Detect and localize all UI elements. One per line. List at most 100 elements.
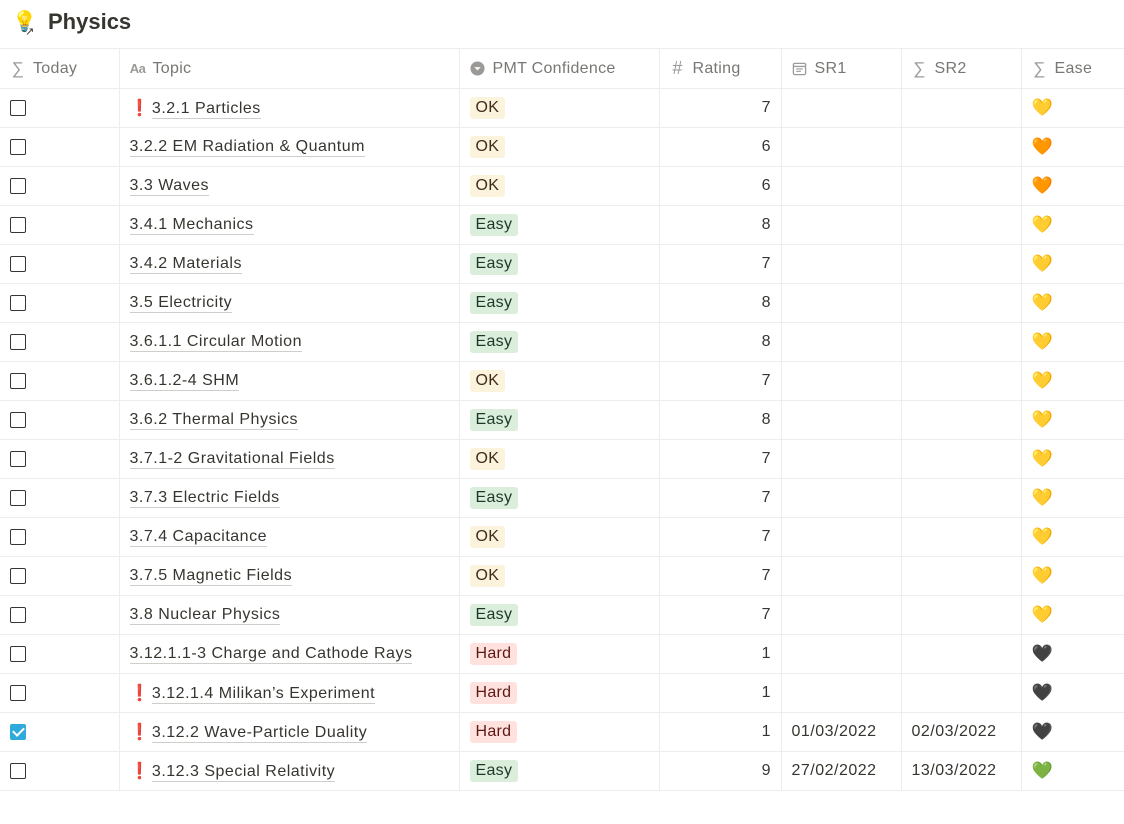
- rating-cell[interactable]: 9: [659, 751, 782, 791]
- rating-cell[interactable]: 6: [659, 127, 782, 167]
- sr1-cell[interactable]: 27/02/2022: [781, 751, 902, 791]
- topic-cell[interactable]: ❗ 3.12.1.4 Milikan’s Experiment: [119, 673, 460, 713]
- topic-link[interactable]: 3.7.1-2 Gravitational Fields: [129, 450, 335, 469]
- sr1-cell[interactable]: [781, 361, 902, 401]
- rating-cell[interactable]: 1: [659, 673, 782, 713]
- sr1-cell[interactable]: 01/03/2022: [781, 712, 902, 752]
- confidence-cell[interactable]: Easy: [459, 283, 660, 323]
- today-checkbox[interactable]: [10, 645, 26, 662]
- confidence-cell[interactable]: OK: [459, 556, 660, 596]
- topic-cell[interactable]: 3.12.1.1-3 Charge and Cathode Rays: [119, 634, 460, 674]
- rating-cell[interactable]: 7: [659, 595, 782, 635]
- topic-link[interactable]: 3.5 Electricity: [129, 294, 233, 313]
- topic-cell[interactable]: 3.3 Waves: [119, 166, 460, 206]
- topic-cell[interactable]: ❗ 3.12.3 Special Relativity: [119, 751, 460, 791]
- today-checkbox[interactable]: [10, 99, 26, 116]
- confidence-cell[interactable]: Easy: [459, 751, 660, 791]
- topic-cell[interactable]: ❗ 3.12.2 Wave-Particle Duality: [119, 712, 460, 752]
- confidence-cell[interactable]: OK: [459, 361, 660, 401]
- today-checkbox[interactable]: [10, 372, 26, 389]
- column-header-ease[interactable]: ∑ Ease: [1021, 48, 1124, 89]
- confidence-cell[interactable]: Hard: [459, 712, 660, 752]
- today-checkbox[interactable]: [10, 333, 26, 350]
- today-checkbox[interactable]: [10, 450, 26, 467]
- confidence-cell[interactable]: OK: [459, 439, 660, 479]
- rating-cell[interactable]: 7: [659, 517, 782, 557]
- topic-link[interactable]: 3.6.1.2-4 SHM: [129, 372, 240, 391]
- column-header-today[interactable]: ∑ Today: [0, 48, 120, 89]
- topic-cell[interactable]: 3.6.1.1 Circular Motion: [119, 322, 460, 362]
- today-checkbox[interactable]: [10, 723, 26, 740]
- sr1-cell[interactable]: [781, 166, 902, 206]
- today-checkbox[interactable]: [10, 294, 26, 311]
- sr1-cell[interactable]: [781, 478, 902, 518]
- rating-cell[interactable]: 1: [659, 712, 782, 752]
- rating-cell[interactable]: 7: [659, 361, 782, 401]
- topic-link[interactable]: 3.3 Waves: [129, 177, 209, 196]
- topic-link[interactable]: 3.7.3 Electric Fields: [129, 489, 280, 508]
- lightbulb-icon[interactable]: 💡 ↗: [12, 10, 37, 38]
- sr1-cell[interactable]: [781, 88, 902, 128]
- confidence-cell[interactable]: Hard: [459, 673, 660, 713]
- topic-link[interactable]: 3.2.2 EM Radiation & Quantum: [129, 138, 365, 157]
- topic-cell[interactable]: 3.6.1.2-4 SHM: [119, 361, 460, 401]
- today-checkbox[interactable]: [10, 489, 26, 506]
- topic-cell[interactable]: 3.4.1 Mechanics: [119, 205, 460, 245]
- topic-cell[interactable]: 3.4.2 Materials: [119, 244, 460, 284]
- topic-link[interactable]: 3.12.1.1-3 Charge and Cathode Rays: [129, 645, 413, 664]
- topic-cell[interactable]: 3.7.3 Electric Fields: [119, 478, 460, 518]
- column-header-topic[interactable]: Aa Topic: [119, 48, 460, 89]
- column-header-rating[interactable]: # Rating: [659, 48, 782, 89]
- topic-link[interactable]: 3.2.1 Particles: [151, 100, 261, 119]
- rating-cell[interactable]: 8: [659, 400, 782, 440]
- sr1-cell[interactable]: [781, 322, 902, 362]
- today-checkbox[interactable]: [10, 528, 26, 545]
- confidence-cell[interactable]: Easy: [459, 244, 660, 284]
- topic-link[interactable]: 3.6.2 Thermal Physics: [129, 411, 298, 430]
- rating-cell[interactable]: 7: [659, 439, 782, 479]
- confidence-cell[interactable]: Easy: [459, 595, 660, 635]
- confidence-cell[interactable]: OK: [459, 127, 660, 167]
- confidence-cell[interactable]: OK: [459, 166, 660, 206]
- rating-cell[interactable]: 7: [659, 244, 782, 284]
- sr1-cell[interactable]: [781, 595, 902, 635]
- today-checkbox[interactable]: [10, 567, 26, 584]
- sr1-cell[interactable]: [781, 634, 902, 674]
- today-checkbox[interactable]: [10, 606, 26, 623]
- rating-cell[interactable]: 1: [659, 634, 782, 674]
- confidence-cell[interactable]: Easy: [459, 478, 660, 518]
- topic-link[interactable]: 3.12.1.4 Milikan’s Experiment: [151, 685, 376, 704]
- sr1-cell[interactable]: [781, 673, 902, 713]
- topic-link[interactable]: 3.12.3 Special Relativity: [151, 763, 336, 782]
- topic-link[interactable]: 3.8 Nuclear Physics: [129, 606, 281, 625]
- topic-cell[interactable]: 3.7.5 Magnetic Fields: [119, 556, 460, 596]
- confidence-cell[interactable]: OK: [459, 88, 660, 128]
- today-checkbox[interactable]: [10, 684, 26, 701]
- column-header-confidence[interactable]: PMT Confidence: [459, 48, 660, 89]
- topic-cell[interactable]: 3.7.1-2 Gravitational Fields: [119, 439, 460, 479]
- rating-cell[interactable]: 8: [659, 283, 782, 323]
- rating-cell[interactable]: 6: [659, 166, 782, 206]
- sr1-cell[interactable]: [781, 244, 902, 284]
- sr1-cell[interactable]: [781, 127, 902, 167]
- rating-cell[interactable]: 7: [659, 478, 782, 518]
- today-checkbox[interactable]: [10, 177, 26, 194]
- topic-cell[interactable]: 3.2.2 EM Radiation & Quantum: [119, 127, 460, 167]
- page-title[interactable]: Physics: [48, 8, 131, 36]
- today-checkbox[interactable]: [10, 762, 26, 779]
- sr1-cell[interactable]: [781, 283, 902, 323]
- sr1-cell[interactable]: [781, 517, 902, 557]
- topic-link[interactable]: 3.4.1 Mechanics: [129, 216, 254, 235]
- confidence-cell[interactable]: OK: [459, 517, 660, 557]
- rating-cell[interactable]: 7: [659, 556, 782, 596]
- topic-cell[interactable]: 3.8 Nuclear Physics: [119, 595, 460, 635]
- rating-cell[interactable]: 8: [659, 205, 782, 245]
- sr1-cell[interactable]: [781, 439, 902, 479]
- topic-cell[interactable]: 3.7.4 Capacitance: [119, 517, 460, 557]
- topic-cell[interactable]: ❗ 3.2.1 Particles: [119, 88, 460, 128]
- today-checkbox[interactable]: [10, 138, 26, 155]
- topic-link[interactable]: 3.12.2 Wave-Particle Duality: [151, 724, 368, 743]
- topic-link[interactable]: 3.7.5 Magnetic Fields: [129, 567, 293, 586]
- confidence-cell[interactable]: Easy: [459, 205, 660, 245]
- today-checkbox[interactable]: [10, 255, 26, 272]
